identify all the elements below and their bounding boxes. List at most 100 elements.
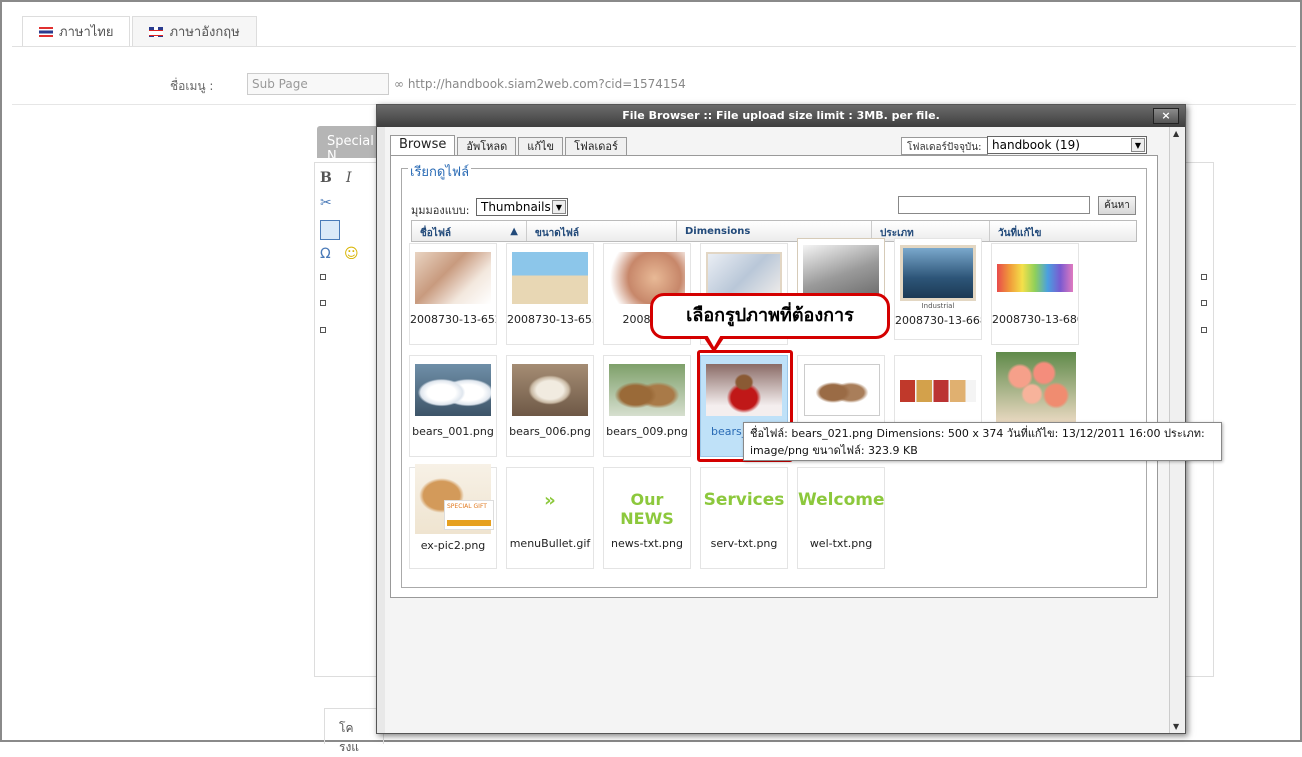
browse-legend: เรียกดูไฟล์ xyxy=(408,161,472,182)
file-thumbnail[interactable]: 2008730-13-652 xyxy=(409,243,497,345)
view-mode-value: Thumbnails xyxy=(481,200,551,214)
file-name: bears_006.png xyxy=(509,425,591,438)
file-image xyxy=(415,364,491,416)
file-image xyxy=(900,245,976,301)
edit-icon[interactable] xyxy=(320,220,340,240)
file-image xyxy=(997,264,1073,292)
scroll-up-icon[interactable]: ▲ xyxy=(1173,129,1179,138)
smiley-icon[interactable]: ☺ xyxy=(344,246,359,262)
menu-name-label: ชื่อเมนู : xyxy=(170,79,214,93)
view-mode-select[interactable]: Thumbnails ▼ xyxy=(476,198,568,216)
tab-english-label: ภาษาอังกฤษ xyxy=(169,25,240,40)
close-button[interactable]: × xyxy=(1153,108,1179,124)
tab-browse[interactable]: Browse xyxy=(390,135,456,155)
tab-folder[interactable]: โฟลเดอร์ xyxy=(565,137,627,155)
file-name: bears_009.png xyxy=(606,425,688,438)
file-thumbnail[interactable]: SPECIAL GIFT ex-pic2.png xyxy=(409,464,497,569)
bullet-icon: » xyxy=(544,490,556,511)
file-thumbnail[interactable]: Our NEWS news-txt.png xyxy=(603,467,691,569)
image-text: Our NEWS xyxy=(620,490,674,528)
resize-handle[interactable] xyxy=(320,300,326,306)
file-thumbnail[interactable]: 2008730-13-680 xyxy=(991,243,1079,345)
flag-th-icon xyxy=(39,26,53,37)
callout-tail-inner xyxy=(706,333,722,347)
file-thumbnail[interactable] xyxy=(991,351,1079,423)
file-name: 2008730-13-653 xyxy=(507,313,593,326)
col-modified[interactable]: วันที่แก้ไข xyxy=(990,221,1136,241)
file-name: 2008730-13-680 xyxy=(992,313,1078,326)
file-thumbnail[interactable]: bears_001.png xyxy=(409,355,497,457)
tab-upload[interactable]: อัพโหลด xyxy=(457,137,517,155)
file-name: wel-txt.png xyxy=(809,537,873,550)
menu-row: ชื่อเมนู : ∞ http://handbook.siam2web.co… xyxy=(2,72,1300,96)
resize-handle[interactable] xyxy=(320,327,326,333)
file-name: 2008730-13-652 xyxy=(410,313,496,326)
file-thumbnail[interactable]: » menuBullet.gif xyxy=(506,467,594,569)
file-name: ex-pic2.png xyxy=(420,539,486,552)
image-text: Welcome xyxy=(798,490,885,510)
chevron-down-icon[interactable]: ▼ xyxy=(1131,138,1145,152)
file-thumbnail[interactable]: 2008730-13-653 xyxy=(506,243,594,345)
resize-handle[interactable] xyxy=(1201,274,1207,280)
file-thumbnail[interactable]: bears_006.png xyxy=(506,355,594,457)
dialog-title: File Browser :: File upload size limit :… xyxy=(377,105,1185,127)
current-folder-label: โฟลเดอร์ปัจจุบัน: xyxy=(901,137,988,155)
file-name: bears_001.png xyxy=(412,425,494,438)
file-image xyxy=(900,380,976,402)
file-image xyxy=(512,252,588,304)
sort-asc-icon: ▲ xyxy=(510,226,518,237)
column-header: ชื่อไฟล์ ▲ ขนาดไฟล์ Dimensions ประเภท วัน… xyxy=(411,220,1137,242)
resize-handle[interactable] xyxy=(1201,300,1207,306)
col-filesize[interactable]: ขนาดไฟล์ xyxy=(527,221,677,241)
search-input[interactable] xyxy=(898,196,1090,214)
structure-tab[interactable]: โครงแ xyxy=(324,708,384,754)
file-name: serv-txt.png xyxy=(710,537,778,550)
omega-icon[interactable]: Ω xyxy=(320,246,331,262)
language-tabs: ภาษาไทย ภาษาอังกฤษ xyxy=(22,16,259,46)
callout: เลือกรูปภาพที่ต้องการ xyxy=(650,293,890,339)
menu-url-text: http://handbook.siam2web.com?cid=1574154 xyxy=(407,77,686,91)
file-image xyxy=(415,252,491,304)
scroll-down-icon[interactable]: ▼ xyxy=(1173,722,1179,731)
current-folder-value: handbook (19) xyxy=(992,138,1080,152)
tab-divider xyxy=(12,46,1296,47)
bold-icon[interactable]: B xyxy=(320,170,332,186)
col-filename[interactable]: ชื่อไฟล์ ▲ xyxy=(412,221,527,241)
italic-icon[interactable]: I xyxy=(346,170,352,186)
file-name: news-txt.png xyxy=(610,537,683,550)
tab-thai[interactable]: ภาษาไทย xyxy=(22,16,131,46)
cut-icon[interactable]: ✂ xyxy=(320,195,332,211)
file-image xyxy=(609,364,685,416)
file-name: menuBullet.gif xyxy=(509,537,591,550)
file-tooltip: ชื่อไฟล์: bears_021.png Dimensions: 500 … xyxy=(743,422,1222,461)
resize-handle[interactable] xyxy=(320,274,326,280)
file-thumbnail[interactable]: Services serv-txt.png xyxy=(700,467,788,569)
image-text: Services xyxy=(703,490,785,510)
menu-url[interactable]: ∞ http://handbook.siam2web.com?cid=15741… xyxy=(394,77,686,91)
flag-uk-icon xyxy=(149,26,164,37)
tab-english[interactable]: ภาษาอังกฤษ xyxy=(132,16,257,46)
file-image xyxy=(512,364,588,416)
image-caption: Industrial xyxy=(921,302,955,310)
file-thumbnail[interactable]: Industrial 2008730-13-668 xyxy=(894,238,982,340)
file-image xyxy=(803,245,879,297)
file-image xyxy=(804,364,880,416)
gift-card-bar xyxy=(447,520,491,526)
menu-name-input[interactable] xyxy=(247,73,389,95)
file-thumbnail[interactable]: Welcome wel-txt.png xyxy=(797,467,885,569)
resize-handle[interactable] xyxy=(1201,327,1207,333)
chevron-down-icon[interactable]: ▼ xyxy=(552,200,566,214)
tab-edit[interactable]: แก้ไข xyxy=(518,137,564,155)
file-name: 2008730-13-668 xyxy=(895,314,981,327)
view-mode-label: มุมมองแบบ: xyxy=(411,204,470,217)
file-browser-tabs: Browse อัพโหลด แก้ไข โฟลเดอร์ xyxy=(390,135,629,155)
gift-card: SPECIAL GIFT xyxy=(444,500,494,530)
current-folder-select[interactable]: handbook (19) ▼ xyxy=(987,136,1147,154)
gift-card-text: SPECIAL GIFT xyxy=(447,503,487,510)
page-frame: ภาษาไทย ภาษาอังกฤษ ชื่อเมนู : ∞ http://h… xyxy=(0,0,1302,754)
file-image xyxy=(996,352,1076,422)
tab-thai-label: ภาษาไทย xyxy=(59,25,114,40)
col-filename-label: ชื่อไฟล์ xyxy=(420,228,452,239)
file-thumbnail[interactable]: bears_009.png xyxy=(603,355,691,457)
search-button[interactable]: ค้นหา xyxy=(1098,196,1136,215)
